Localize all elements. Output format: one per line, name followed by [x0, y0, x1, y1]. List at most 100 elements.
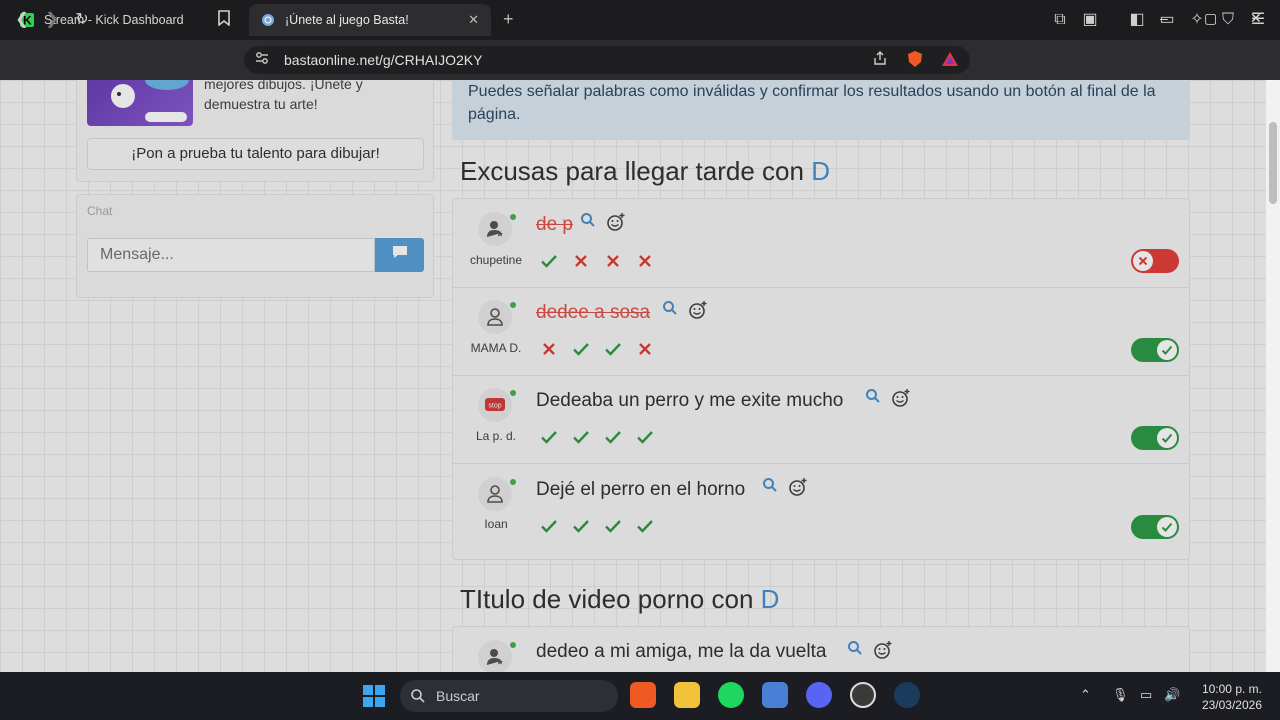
speech-bubble-icon: [392, 246, 407, 258]
clock-time: 10:00 p. m.: [1201, 682, 1262, 696]
bookmark-icon[interactable]: [214, 10, 234, 30]
tray-overflow-icon[interactable]: ⌃: [1080, 687, 1091, 703]
vote-check-icon: [605, 431, 621, 444]
search-icon[interactable]: [762, 477, 778, 493]
new-tab-button[interactable]: +: [503, 9, 514, 30]
site-settings-icon[interactable]: [252, 50, 272, 70]
search-icon[interactable]: [580, 212, 596, 228]
check-icon: [1161, 433, 1173, 443]
extensions-icon[interactable]: ⧉: [1050, 10, 1070, 30]
search-icon[interactable]: [847, 640, 863, 656]
online-indicator: [510, 390, 516, 396]
answer-text: de p: [536, 214, 573, 235]
steam-icon[interactable]: [894, 682, 920, 708]
avatar: [478, 640, 512, 672]
network-icon[interactable]: ▭: [1140, 687, 1152, 703]
toggle-knob: [1133, 251, 1153, 271]
vote-check-icon: [541, 520, 557, 533]
username: chupetine: [469, 253, 523, 267]
reader-mode-icon[interactable]: ▣: [1080, 10, 1100, 30]
tab-basta[interactable]: ¡Únete al juego Basta! ✕: [249, 4, 491, 36]
category-title-text: TItulo de video porno con: [460, 584, 761, 614]
vote-check-icon: [573, 343, 589, 356]
vote-x-icon: [543, 343, 555, 355]
username: MAMA D.: [470, 341, 522, 355]
add-reaction-icon[interactable]: [788, 477, 808, 497]
check-icon: [1161, 522, 1173, 532]
vote-check-icon: [573, 520, 589, 533]
close-tab-icon[interactable]: ✕: [468, 12, 479, 28]
reload-icon[interactable]: ↻: [72, 10, 92, 30]
avatar: [478, 477, 512, 511]
chat-message-input[interactable]: [87, 238, 375, 272]
scrollbar-thumb[interactable]: [1269, 122, 1277, 204]
volume-icon[interactable]: 🔊: [1164, 687, 1180, 703]
vote-check-icon: [605, 343, 621, 356]
validity-toggle[interactable]: [1131, 426, 1179, 450]
add-reaction-icon[interactable]: [873, 640, 893, 660]
microphone-icon[interactable]: 🎙: [1112, 687, 1129, 703]
category-title: Excusas para llegar tarde con D: [460, 156, 830, 187]
chat-label: Chat: [87, 204, 113, 218]
spotify-icon[interactable]: [718, 682, 744, 708]
taskbar-search-placeholder: Buscar: [436, 688, 480, 704]
menu-icon[interactable]: ☰: [1248, 10, 1268, 30]
taskbar-search[interactable]: [400, 680, 618, 712]
answer-text: dedee a sosa: [536, 302, 651, 323]
draw-talent-button[interactable]: ¡Pon a prueba tu talento para dibujar!: [87, 138, 424, 170]
category-letter: D: [811, 156, 830, 186]
vote-x-icon: [639, 343, 651, 355]
promo-image[interactable]: [87, 80, 193, 126]
stop-badge-text: stop: [488, 403, 501, 410]
discord-icon[interactable]: [806, 682, 832, 708]
validity-toggle[interactable]: [1131, 249, 1179, 273]
username: Ioan: [484, 517, 508, 531]
avatar: [478, 300, 512, 334]
chat-send-button[interactable]: [375, 238, 424, 272]
promo-text: mejores dibujos. ¡Únete y demuestra tu a…: [204, 80, 363, 112]
page-viewport: mejores dibujos. ¡Únete y demuestra tu a…: [0, 80, 1280, 672]
online-indicator: [510, 642, 516, 648]
obs-icon[interactable]: [850, 682, 876, 708]
toggle-knob: [1157, 428, 1177, 448]
brave-rewards-icon[interactable]: [940, 50, 960, 70]
vpn-shield-icon[interactable]: ⛉: [1218, 10, 1238, 30]
user-star-icon: [487, 649, 503, 665]
answer-text: Dedeaba un perro y me exite mucho: [536, 390, 844, 411]
add-reaction-icon[interactable]: [891, 388, 911, 408]
search-icon[interactable]: [865, 388, 881, 404]
avatar: stop: [478, 388, 512, 422]
check-icon: [1161, 345, 1173, 355]
vote-check-icon: [573, 431, 589, 444]
wallet-icon[interactable]: ▭: [1157, 10, 1177, 30]
row-divider: [453, 375, 1189, 376]
taskbar-clock[interactable]: 10:00 p. m. 23/03/2026: [1196, 681, 1262, 713]
back-icon[interactable]: ❮: [12, 10, 32, 30]
file-explorer-icon[interactable]: [674, 682, 700, 708]
clock-date: 23/03/2026: [1201, 698, 1262, 712]
search-icon[interactable]: [662, 300, 678, 316]
username: La p. d.: [475, 429, 517, 443]
user-star-icon: [487, 221, 503, 237]
microsoft-store-icon[interactable]: [762, 682, 788, 708]
validity-toggle[interactable]: [1131, 515, 1179, 539]
leo-ai-icon[interactable]: ✧: [1187, 10, 1207, 30]
brave-browser-icon[interactable]: [630, 682, 656, 708]
tab-title: ¡Únete al juego Basta!: [285, 13, 409, 27]
drawing-game-icon: [111, 80, 189, 122]
add-reaction-icon[interactable]: [688, 300, 708, 320]
vote-check-icon: [637, 431, 653, 444]
vote-check-icon: [637, 520, 653, 533]
share-icon[interactable]: [870, 50, 890, 70]
search-icon: [411, 689, 425, 703]
add-reaction-icon[interactable]: [606, 212, 626, 232]
windows-start-icon[interactable]: [362, 684, 386, 708]
validity-toggle[interactable]: [1131, 338, 1179, 362]
category-title-text: Excusas para llegar tarde con: [460, 156, 812, 186]
forward-icon[interactable]: ❯: [42, 10, 62, 30]
vote-check-icon: [605, 520, 621, 533]
toggle-knob: [1157, 517, 1177, 537]
brave-shield-icon[interactable]: [905, 50, 925, 70]
online-indicator: [510, 214, 516, 220]
sidebar-toggle-icon[interactable]: ◧: [1127, 10, 1147, 30]
